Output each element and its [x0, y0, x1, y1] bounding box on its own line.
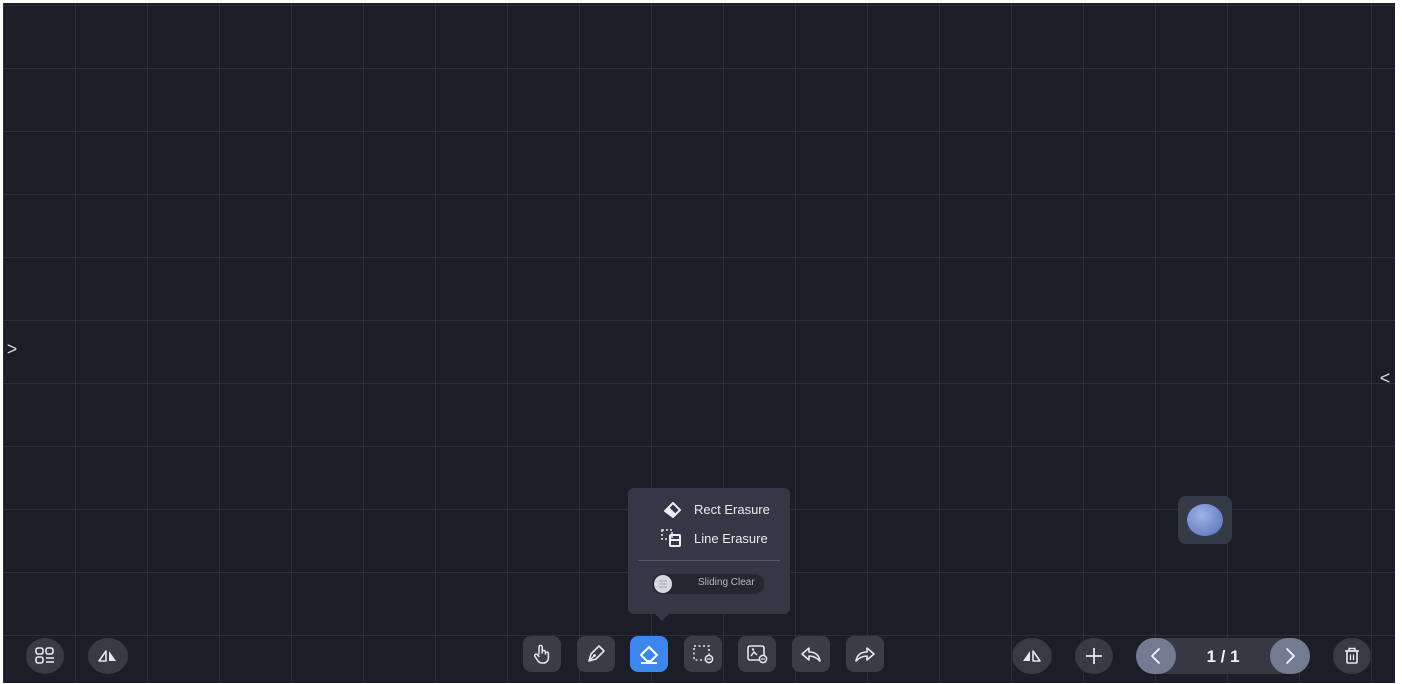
next-page-button[interactable]: [1270, 638, 1310, 674]
sliding-clear-label: Sliding Clear: [698, 577, 755, 588]
apps-menu-icon: [35, 647, 54, 664]
eraser-button[interactable]: [630, 636, 668, 672]
delete-icon: [1345, 647, 1359, 664]
pen-icon: [588, 645, 605, 662]
grip-lines-icon: [659, 580, 667, 588]
whiteboard-canvas[interactable]: > < Rect Erasure Line Erasure Sliding Cl…: [3, 3, 1395, 683]
pen-button[interactable]: [577, 636, 615, 672]
add-page-button[interactable]: [1075, 638, 1113, 674]
insert-image-icon: [747, 645, 768, 664]
eraser-options-menu: Rect Erasure Line Erasure Sliding Clear: [628, 488, 790, 621]
redo-button[interactable]: [846, 636, 884, 672]
redo-icon: [855, 647, 875, 662]
page-navigator: 1 / 1: [1136, 638, 1310, 674]
rect-erasure-option[interactable]: Rect Erasure: [660, 498, 770, 520]
line-eraser-icon: [661, 529, 681, 547]
undo-icon: [801, 647, 821, 662]
rect-eraser-icon: [664, 502, 681, 518]
selection-button[interactable]: [684, 636, 722, 672]
hand-pointer-button[interactable]: [523, 636, 561, 672]
floating-ball-icon: [1187, 504, 1223, 536]
mirror-right-button[interactable]: [1012, 638, 1052, 674]
selection-icon: [693, 645, 714, 664]
insert-image-button[interactable]: [738, 636, 776, 672]
chevron-right-icon: [1286, 648, 1295, 664]
apps-menu-button[interactable]: [26, 638, 64, 674]
chevron-left-icon: [1151, 648, 1160, 664]
page-indicator: 1 / 1: [1206, 647, 1240, 666]
floating-assistive-button[interactable]: [1178, 496, 1232, 544]
line-erasure-option[interactable]: Line Erasure: [660, 527, 768, 549]
previous-page-button[interactable]: [1136, 638, 1176, 674]
mirror-icon: [98, 650, 116, 662]
mirror-icon: [1023, 650, 1041, 662]
slider-knob[interactable]: [654, 575, 672, 593]
line-erasure-label: Line Erasure: [694, 530, 768, 546]
sliding-clear-slider[interactable]: Sliding Clear: [652, 574, 764, 594]
hand-pointer-icon: [533, 644, 550, 664]
expand-right-panel-button[interactable]: <: [1376, 369, 1394, 387]
menu-divider: [638, 560, 780, 561]
eraser-icon: [640, 646, 658, 664]
add-page-icon: [1086, 648, 1102, 664]
delete-page-button[interactable]: [1333, 638, 1371, 674]
mirror-left-button[interactable]: [88, 638, 128, 674]
expand-left-panel-button[interactable]: >: [3, 340, 21, 358]
undo-button[interactable]: [792, 636, 830, 672]
rect-erasure-label: Rect Erasure: [694, 501, 770, 517]
